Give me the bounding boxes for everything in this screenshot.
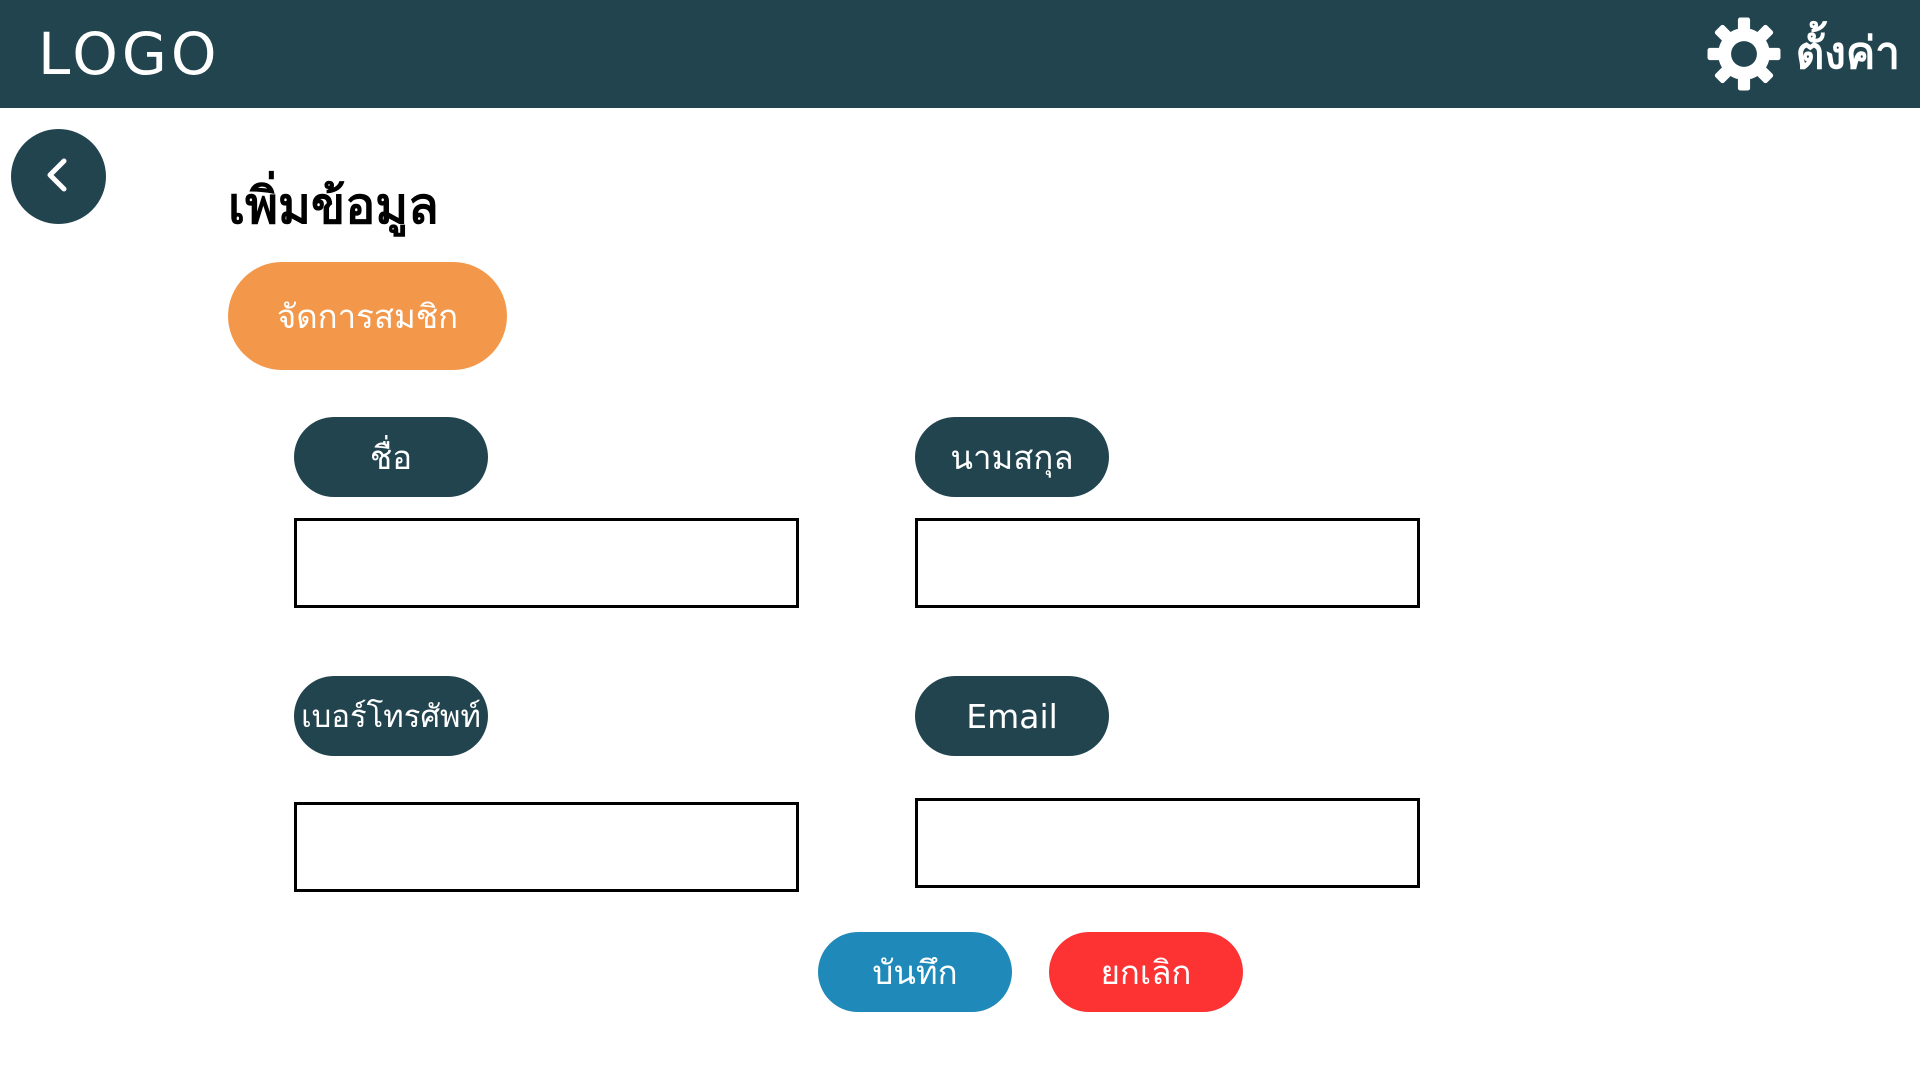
last-name-input[interactable]: [915, 518, 1420, 608]
logo: LOGO: [38, 20, 221, 88]
chevron-left-icon: [39, 155, 79, 199]
save-button[interactable]: บันทึก: [818, 932, 1012, 1012]
gear-icon: [1706, 16, 1782, 92]
phone-input[interactable]: [294, 802, 799, 892]
first-name-label: ชื่อ: [294, 417, 488, 497]
top-bar: LOGO ตั้งค่า: [0, 0, 1920, 108]
email-input[interactable]: [915, 798, 1420, 888]
settings-label: ตั้งค่า: [1795, 28, 1900, 79]
cancel-button[interactable]: ยกเลิก: [1049, 932, 1243, 1012]
first-name-input[interactable]: [294, 518, 799, 608]
back-button[interactable]: [11, 129, 106, 224]
last-name-label: นามสกุล: [915, 417, 1109, 497]
settings-button[interactable]: ตั้งค่า: [1706, 14, 1900, 94]
section-tag: จัดการสมชิก: [228, 262, 507, 370]
email-label: Email: [915, 676, 1109, 756]
phone-label: เบอร์โทรศัพท์: [294, 676, 488, 756]
page-title: เพิ่มข้อมูล: [228, 177, 439, 235]
